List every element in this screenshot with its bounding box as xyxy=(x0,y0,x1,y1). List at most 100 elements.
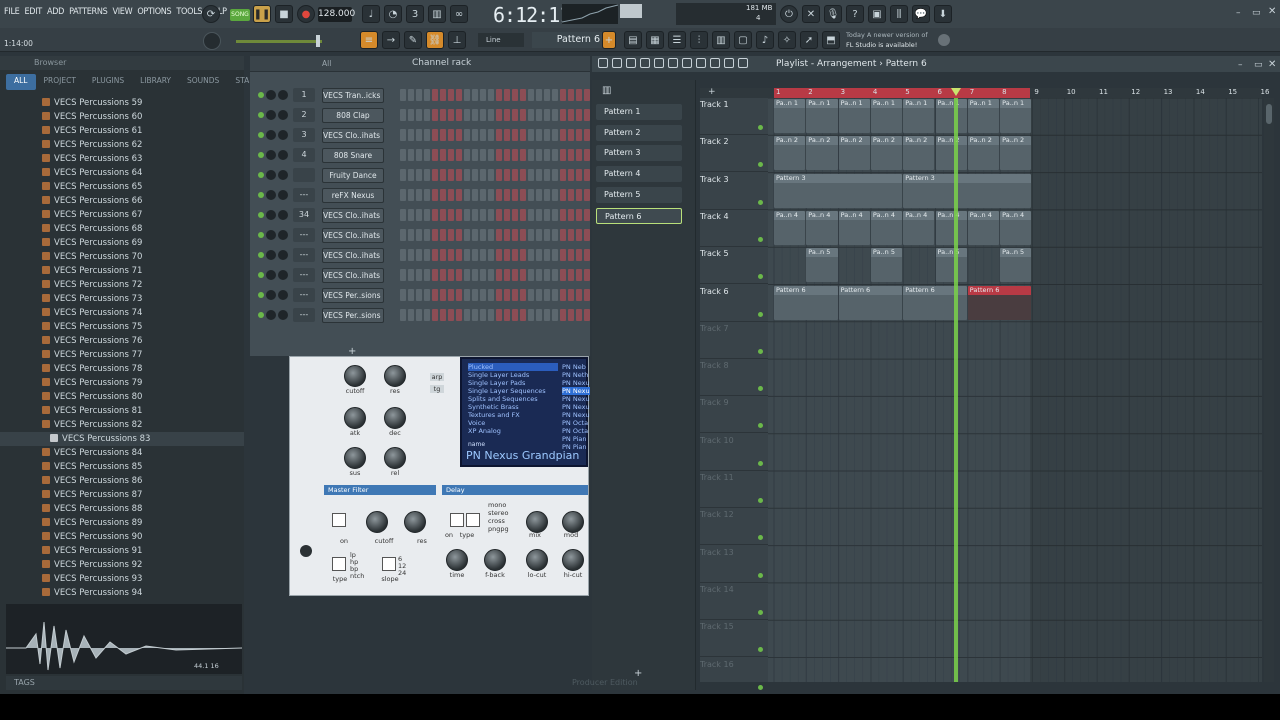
step-button[interactable] xyxy=(512,169,518,181)
step-button[interactable] xyxy=(576,209,582,221)
pan-knob[interactable] xyxy=(266,130,276,140)
step-button[interactable] xyxy=(504,209,510,221)
step-button[interactable] xyxy=(504,89,510,101)
paint-icon[interactable] xyxy=(640,58,650,68)
playlist-clip[interactable]: Pa..n 5 xyxy=(806,248,838,283)
step-button[interactable] xyxy=(464,269,470,281)
step-button[interactable] xyxy=(584,269,590,281)
track-mute-led[interactable] xyxy=(758,199,763,205)
track-header[interactable]: Track 15 xyxy=(700,620,768,658)
playlist-clip[interactable]: Pa..n 2 xyxy=(967,136,1000,171)
power-knob[interactable] xyxy=(300,545,312,557)
record-icon[interactable]: ● xyxy=(297,5,315,23)
step-button[interactable] xyxy=(544,189,550,201)
channel-number[interactable]: --- xyxy=(293,288,315,302)
step-button[interactable] xyxy=(536,289,542,301)
step-button[interactable] xyxy=(536,269,542,281)
step-button[interactable] xyxy=(480,309,486,321)
step-button[interactable] xyxy=(568,289,574,301)
track-header[interactable]: Track 8 xyxy=(700,359,768,397)
step-button[interactable] xyxy=(528,189,534,201)
browser-item[interactable]: VECS Percussions 70 xyxy=(0,250,244,264)
step-button[interactable] xyxy=(576,109,582,121)
step-button[interactable] xyxy=(520,309,526,321)
playlist-close-icon[interactable]: ✕ xyxy=(1268,59,1276,70)
category-item[interactable]: Single Layer Pads xyxy=(468,379,558,387)
playlist-minimize-icon[interactable]: – xyxy=(1238,60,1243,70)
track-mute-led[interactable] xyxy=(758,423,763,429)
channel-row[interactable]: 2 808 Clap xyxy=(250,106,590,126)
step-button[interactable] xyxy=(480,269,486,281)
step-button[interactable] xyxy=(584,249,590,261)
step-button[interactable] xyxy=(584,189,590,201)
step-button[interactable] xyxy=(568,149,574,161)
channel-led[interactable] xyxy=(258,192,264,198)
step-button[interactable] xyxy=(568,309,574,321)
step-button[interactable] xyxy=(512,309,518,321)
stop-icon[interactable]: ■ xyxy=(275,5,293,23)
step-button[interactable] xyxy=(448,249,454,261)
channel-name-button[interactable]: 808 Snare xyxy=(322,148,384,163)
maximize-icon[interactable]: ▭ xyxy=(1252,8,1261,18)
playlist-clip[interactable]: Pattern 3 xyxy=(774,173,903,208)
step-button[interactable] xyxy=(448,229,454,241)
menu-tools[interactable]: TOOLS xyxy=(176,7,202,17)
step-button[interactable] xyxy=(576,309,582,321)
power-icon[interactable]: ⏻ xyxy=(780,5,798,23)
step-button[interactable] xyxy=(584,289,590,301)
step-button[interactable] xyxy=(496,189,502,201)
delay-mix-knob[interactable] xyxy=(526,511,548,533)
delete-icon[interactable] xyxy=(654,58,664,68)
step-button[interactable] xyxy=(408,289,414,301)
volume-knob[interactable] xyxy=(278,230,288,240)
playback-icon[interactable] xyxy=(738,58,748,68)
step-button[interactable] xyxy=(464,249,470,261)
step-button[interactable] xyxy=(544,149,550,161)
step-button[interactable] xyxy=(440,289,446,301)
browser-item[interactable]: VECS Percussions 91 xyxy=(0,544,244,558)
step-button[interactable] xyxy=(416,209,422,221)
menu-edit[interactable]: EDIT xyxy=(24,7,42,17)
browser-item[interactable]: VECS Percussions 71 xyxy=(0,264,244,278)
arp-tab[interactable]: arp xyxy=(430,373,444,381)
channel-led[interactable] xyxy=(258,232,264,238)
step-button[interactable] xyxy=(440,149,446,161)
channel-number[interactable]: --- xyxy=(293,228,315,242)
channel-row[interactable]: 34 VECS Clo..ihats 18 xyxy=(250,206,590,226)
browser-item[interactable]: VECS Percussions 62 xyxy=(0,138,244,152)
step-button[interactable] xyxy=(448,269,454,281)
news-line-2[interactable]: FL Studio is available! xyxy=(846,41,917,49)
step-button[interactable] xyxy=(568,249,574,261)
step-button[interactable] xyxy=(464,209,470,221)
step-button[interactable] xyxy=(544,269,550,281)
pencil-icon[interactable]: ✎ xyxy=(404,31,422,49)
channel-number[interactable]: 4 xyxy=(293,148,315,162)
browser-item[interactable]: VECS Percussions 76 xyxy=(0,334,244,348)
track-mute-led[interactable] xyxy=(758,460,763,466)
track-mute-led[interactable] xyxy=(758,498,763,503)
step-button[interactable] xyxy=(464,129,470,141)
news-icon[interactable]: ⬒ xyxy=(822,31,840,49)
step-button[interactable] xyxy=(424,229,430,241)
step-button[interactable] xyxy=(552,109,558,121)
step-button[interactable] xyxy=(448,149,454,161)
step-button[interactable] xyxy=(480,249,486,261)
step-button[interactable] xyxy=(464,309,470,321)
step-button[interactable] xyxy=(504,229,510,241)
step-button[interactable] xyxy=(480,229,486,241)
step-button[interactable] xyxy=(560,89,566,101)
step-button[interactable] xyxy=(496,269,502,281)
step-button[interactable] xyxy=(496,129,502,141)
category-item[interactable]: Plucked xyxy=(468,363,558,371)
step-button[interactable] xyxy=(528,229,534,241)
tempo-display[interactable]: 128.000 xyxy=(318,7,355,22)
link-icon[interactable]: ⛓ xyxy=(426,31,444,49)
step-button[interactable] xyxy=(440,129,446,141)
step-button[interactable] xyxy=(560,149,566,161)
step-button[interactable] xyxy=(544,109,550,121)
step-button[interactable] xyxy=(408,149,414,161)
menu-file[interactable]: FILE xyxy=(4,7,20,17)
preset-item[interactable]: PN Neb xyxy=(562,363,590,371)
pause-icon[interactable]: ❚❚ xyxy=(253,5,271,23)
step-button[interactable] xyxy=(528,269,534,281)
